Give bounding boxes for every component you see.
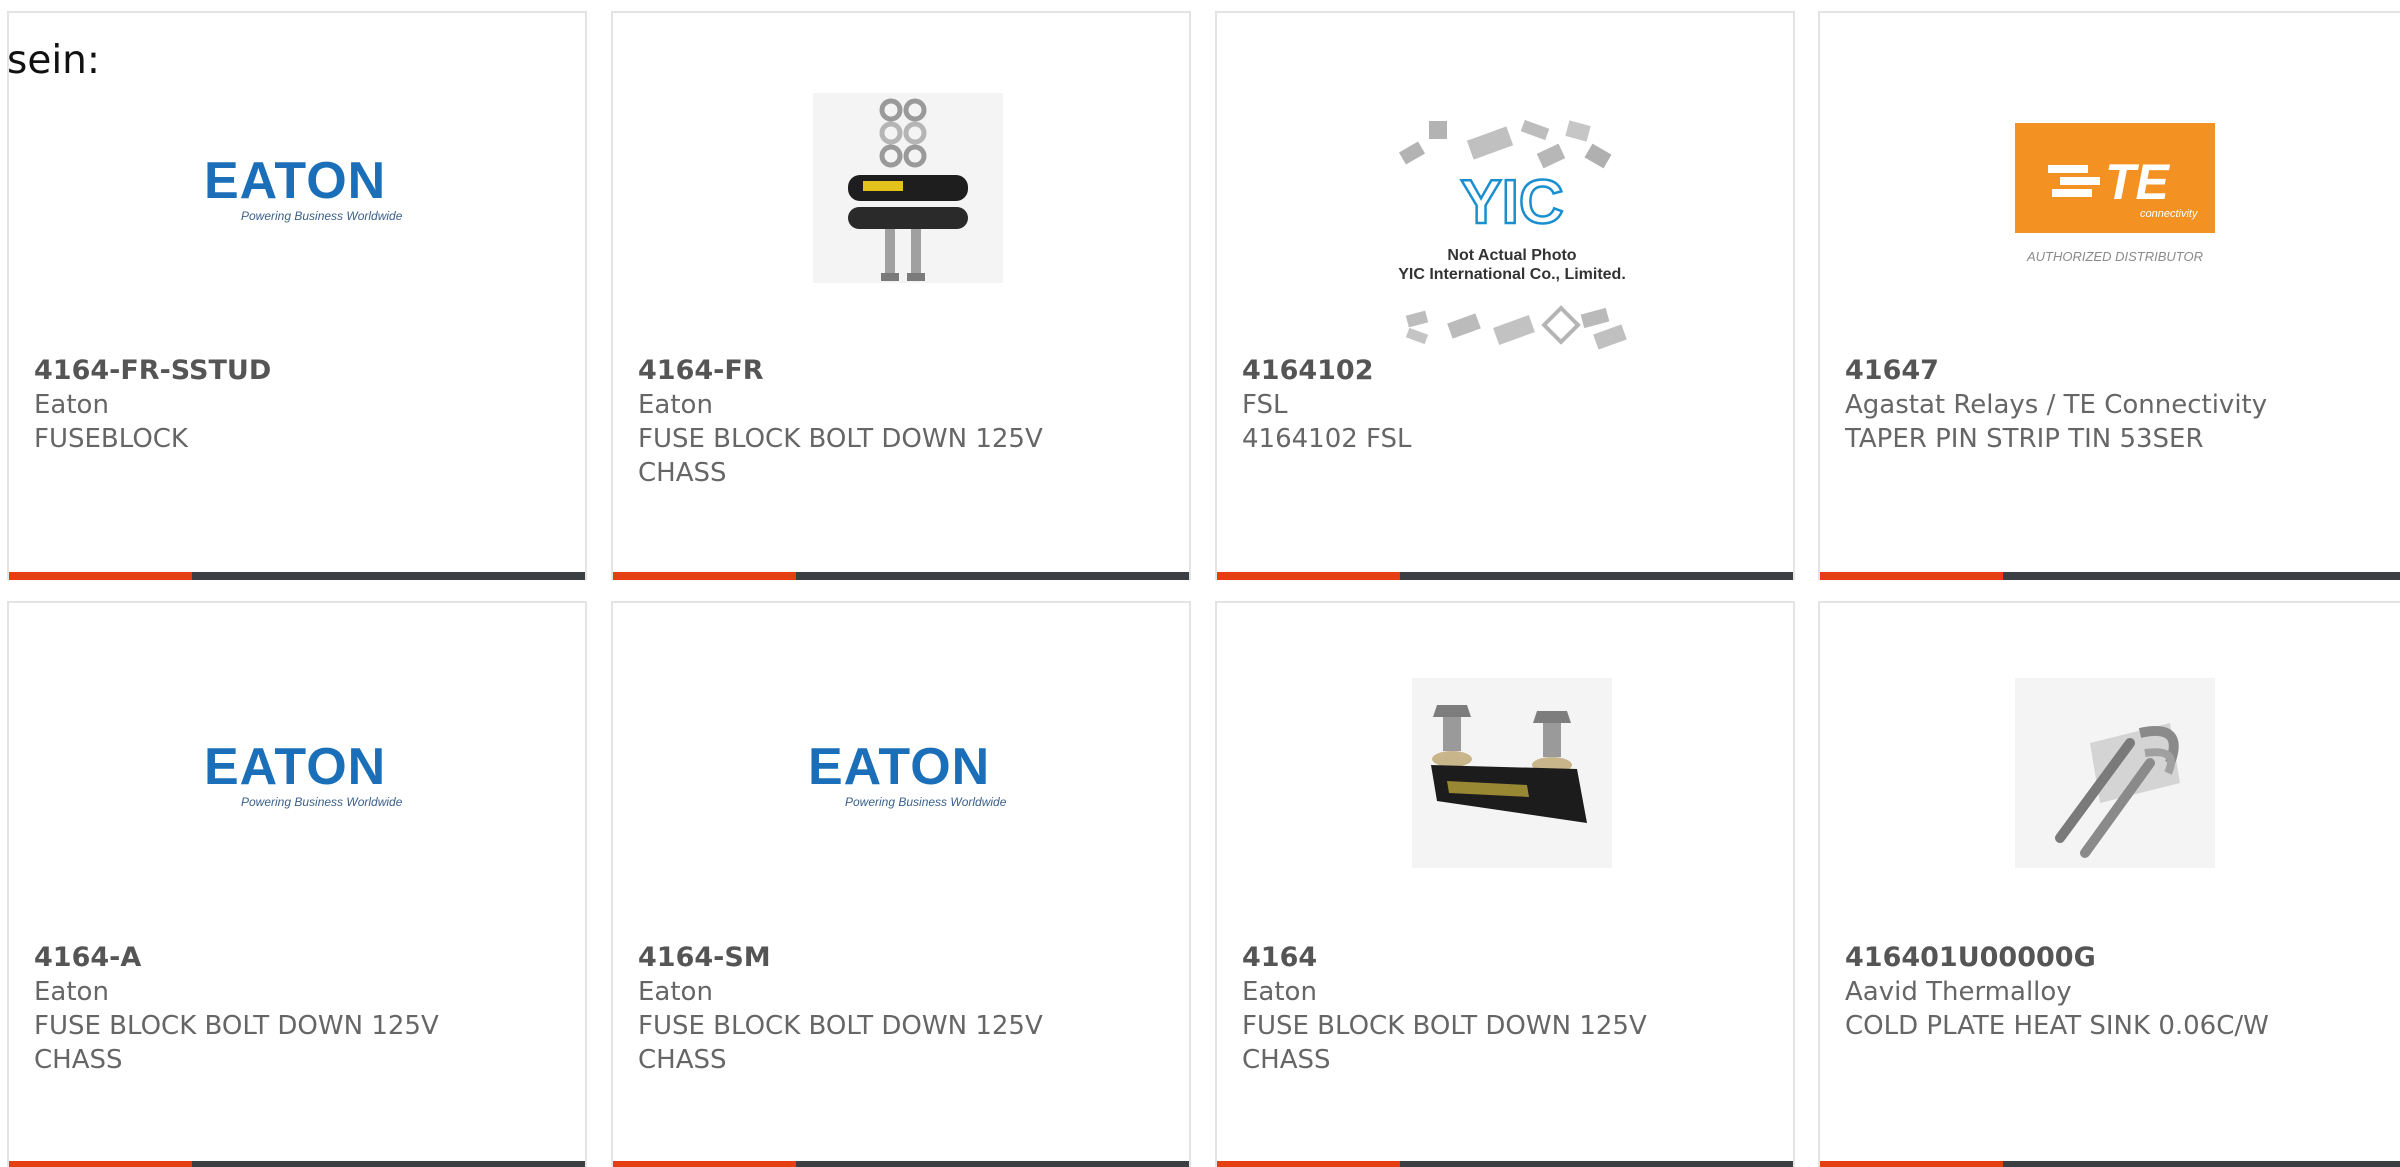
svg-text:EATON: EATON	[204, 152, 386, 210]
card-bottom-bar	[9, 1161, 585, 1167]
product-card[interactable]: 4164 Eaton FUSE BLOCK BOLT DOWN 125V CHA…	[1215, 601, 1795, 1167]
product-card[interactable]: EATON Powering Business Worldwide 4164-F…	[7, 11, 587, 580]
eaton-logo: EATON Powering Business Worldwide	[199, 143, 409, 233]
eaton-logo: EATON Powering Business Worldwide	[803, 729, 1013, 819]
card-accent-bar	[1217, 1161, 1400, 1167]
card-bottom-bar	[613, 1161, 1189, 1167]
svg-text:Powering Business Worldwide: Powering Business Worldwide	[241, 209, 403, 223]
card-accent-bar	[9, 1161, 192, 1167]
part-number[interactable]: 4164-FR	[638, 354, 764, 388]
part-number[interactable]: 4164-SM	[638, 941, 771, 975]
cold-plate-image	[2010, 673, 2220, 873]
product-card[interactable]: EATON Powering Business Worldwide 4164-A…	[7, 601, 587, 1167]
card-accent-bar	[1217, 572, 1400, 580]
product-card[interactable]: 4164-FR Eaton FUSE BLOCK BOLT DOWN 125V …	[611, 11, 1191, 580]
manufacturer: Eaton	[34, 390, 109, 420]
product-card[interactable]: EATON Powering Business Worldwide 4164-S…	[611, 601, 1191, 1167]
card-accent-bar	[1820, 572, 2003, 580]
part-number[interactable]: 4164-FR-SSTUD	[34, 354, 271, 388]
card-accent-bar	[1820, 1161, 2003, 1167]
fuse-block-kit-image	[803, 83, 1013, 293]
card-bottom-bar	[1820, 1161, 2400, 1167]
te-connectivity-logo: TE connectivity AUTHORIZED DISTRIBUTOR	[2010, 113, 2220, 273]
description: FUSEBLOCK	[34, 424, 188, 454]
intro-text: sein:	[7, 38, 101, 83]
svg-text:EATON: EATON	[204, 738, 386, 796]
product-card[interactable]: 416401U00000G Aavid Thermalloy COLD PLAT…	[1818, 601, 2400, 1167]
part-number[interactable]: 4164	[1242, 941, 1317, 975]
manufacturer: Eaton	[638, 390, 713, 420]
svg-text:Not Actual Photo: Not Actual Photo	[1447, 247, 1576, 264]
card-accent-bar	[9, 572, 192, 580]
manufacturer: Eaton	[638, 977, 713, 1007]
manufacturer: FSL	[1242, 390, 1288, 420]
svg-text:Powering Business Worldwide: Powering Business Worldwide	[845, 795, 1007, 809]
product-card[interactable]: TE connectivity AUTHORIZED DISTRIBUTOR 4…	[1818, 11, 2400, 580]
svg-text:connectivity: connectivity	[2140, 208, 2199, 220]
svg-text:AUTHORIZED DISTRIBUTOR: AUTHORIZED DISTRIBUTOR	[2026, 249, 2203, 264]
description: FUSE BLOCK BOLT DOWN 125V CHASS	[1242, 1011, 1647, 1075]
card-accent-bar	[613, 572, 796, 580]
card-bottom-bar	[1820, 572, 2400, 580]
svg-text:YIC International Co., Limited: YIC International Co., Limited.	[1398, 266, 1626, 283]
part-number[interactable]: 4164102	[1242, 354, 1374, 388]
description: COLD PLATE HEAT SINK 0.06C/W	[1845, 1011, 2269, 1041]
svg-text:TE: TE	[2105, 154, 2171, 210]
yic-placeholder-image: YIC Not Actual Photo YIC International C…	[1367, 93, 1657, 363]
part-number[interactable]: 4164-A	[34, 941, 141, 975]
card-bottom-bar	[613, 572, 1189, 580]
part-number[interactable]: 416401U00000G	[1845, 941, 2096, 975]
svg-text:EATON: EATON	[808, 738, 990, 796]
manufacturer: Agastat Relays / TE Connectivity	[1845, 390, 2268, 420]
description: FUSE BLOCK BOLT DOWN 125V CHASS	[638, 1011, 1043, 1075]
fuse-block-image	[1407, 673, 1617, 873]
manufacturer: Eaton	[1242, 977, 1317, 1007]
card-bottom-bar	[1217, 1161, 1793, 1167]
description: TAPER PIN STRIP TIN 53SER	[1845, 424, 2204, 454]
product-card[interactable]: YIC Not Actual Photo YIC International C…	[1215, 11, 1795, 580]
svg-text:YIC: YIC	[1460, 168, 1563, 237]
description: FUSE BLOCK BOLT DOWN 125V CHASS	[638, 424, 1043, 488]
card-accent-bar	[613, 1161, 796, 1167]
svg-text:Powering Business Worldwide: Powering Business Worldwide	[241, 795, 403, 809]
card-bottom-bar	[9, 572, 585, 580]
card-bottom-bar	[1217, 572, 1793, 580]
eaton-logo: EATON Powering Business Worldwide	[199, 729, 409, 819]
manufacturer: Eaton	[34, 977, 109, 1007]
description: FUSE BLOCK BOLT DOWN 125V CHASS	[34, 1011, 439, 1075]
part-number[interactable]: 41647	[1845, 354, 1939, 388]
manufacturer: Aavid Thermalloy	[1845, 977, 2072, 1007]
description: 4164102 FSL	[1242, 424, 1412, 454]
